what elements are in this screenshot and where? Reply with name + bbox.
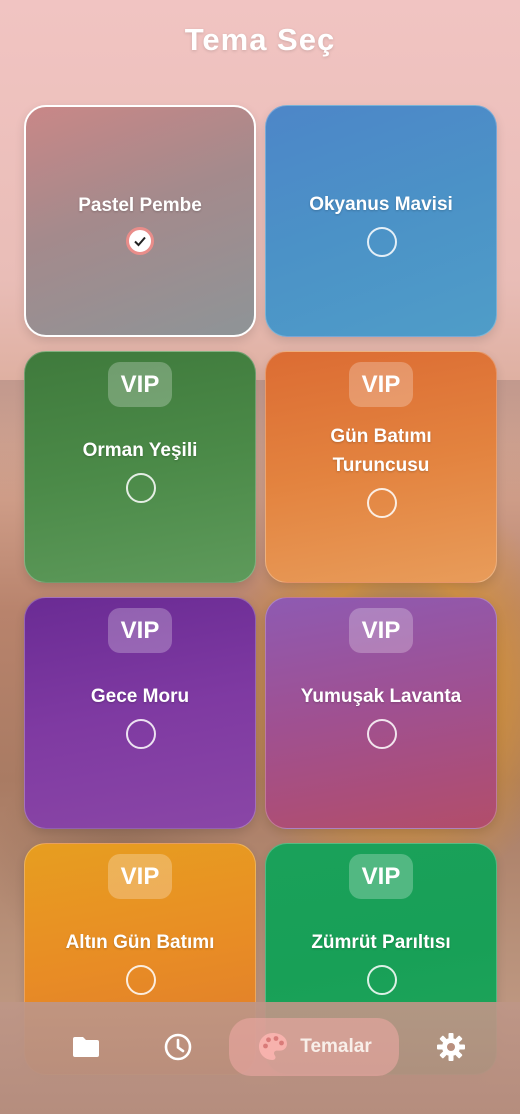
radio-unchecked-icon[interactable]: [126, 965, 156, 995]
nav-item-history[interactable]: [152, 1018, 204, 1076]
theme-card-pastel-pembe[interactable]: Pastel Pembe: [24, 105, 256, 337]
theme-card-yumusak-lavanta[interactable]: VIP Yumuşak Lavanta: [265, 597, 497, 829]
vip-badge: VIP: [108, 362, 172, 407]
theme-name: Orman Yeşili: [82, 440, 198, 461]
theme-name: Gece Moru: [90, 686, 190, 707]
vip-badge: VIP: [108, 854, 172, 899]
folder-icon: [73, 1037, 99, 1057]
theme-card-okyanus-mavisi[interactable]: Okyanus Mavisi: [265, 105, 497, 337]
page-title: Tema Seç: [184, 22, 336, 57]
theme-grid: Pastel Pembe Okyanus Mavisi VIP Orman Ye…: [24, 105, 497, 1075]
theme-name: Zümrüt Parıltısı: [311, 932, 451, 953]
theme-name: Altın Gün Batımı: [65, 932, 215, 953]
theme-name: Yumuşak Lavanta: [300, 686, 462, 707]
radio-unchecked-icon[interactable]: [126, 719, 156, 749]
radio-checked-icon[interactable]: [126, 227, 154, 255]
radio-unchecked-icon[interactable]: [126, 473, 156, 503]
nav-item-files[interactable]: [60, 1018, 112, 1076]
nav-item-label: Temalar: [300, 1036, 372, 1057]
theme-card-gun-batimi-turuncusu[interactable]: VIP Gün Batımı Turuncusu: [265, 351, 497, 583]
theme-name-line1: Gün Batımı: [330, 426, 432, 447]
radio-unchecked-icon[interactable]: [367, 227, 397, 257]
theme-name: Pastel Pembe: [78, 195, 202, 216]
theme-name-line2: Turuncusu: [332, 455, 430, 476]
bottom-navigation: Temalar: [0, 1002, 520, 1114]
radio-unchecked-icon[interactable]: [367, 488, 397, 518]
vip-badge: VIP: [349, 362, 413, 407]
nav-item-settings[interactable]: [425, 1018, 477, 1076]
theme-name: Okyanus Mavisi: [309, 194, 453, 215]
gear-icon: [437, 1033, 465, 1061]
theme-card-orman-yesili[interactable]: VIP Orman Yeşili: [24, 351, 256, 583]
clock-icon: [164, 1033, 192, 1061]
vip-badge: VIP: [349, 854, 413, 899]
nav-item-themes[interactable]: Temalar: [229, 1018, 399, 1076]
vip-badge: VIP: [349, 608, 413, 653]
radio-unchecked-icon[interactable]: [367, 965, 397, 995]
radio-unchecked-icon[interactable]: [367, 719, 397, 749]
vip-badge: VIP: [108, 608, 172, 653]
theme-card-gece-moru[interactable]: VIP Gece Moru: [24, 597, 256, 829]
palette-icon: [259, 1033, 288, 1060]
